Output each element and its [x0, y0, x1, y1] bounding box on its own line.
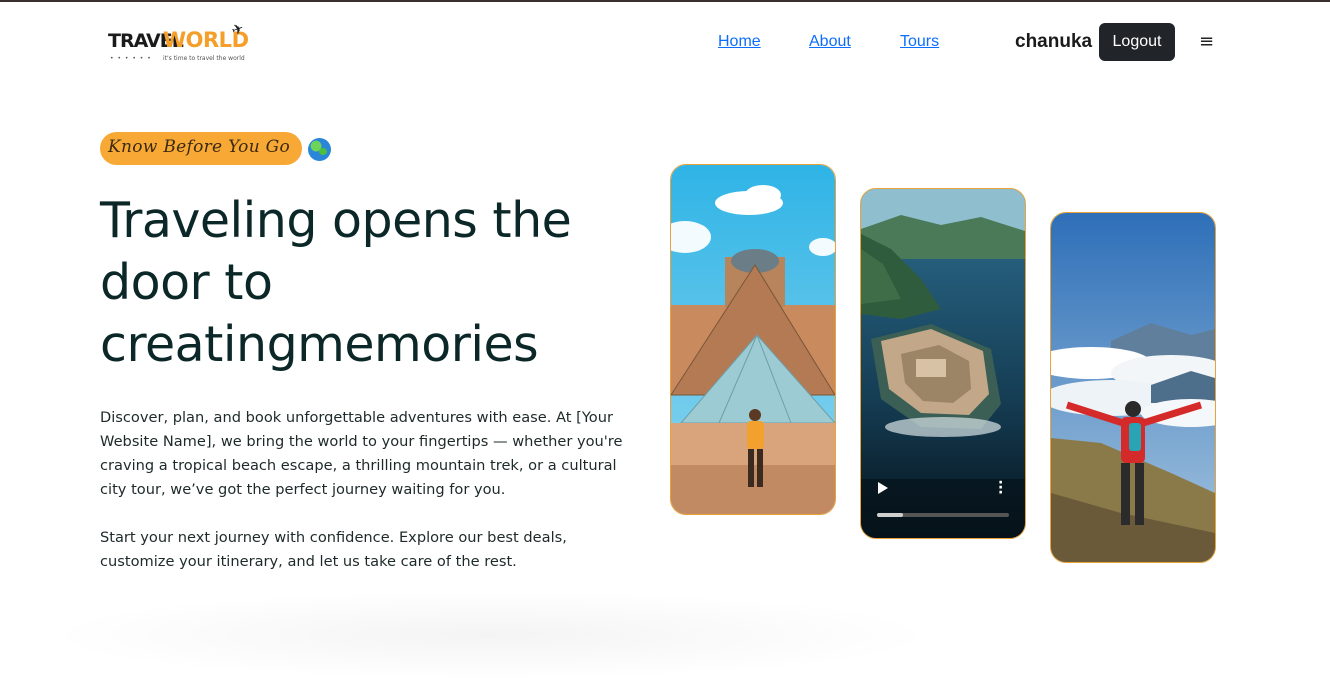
- hero-image-louvre: [670, 164, 836, 515]
- hero-title: Traveling opens the door to creatingmemo…: [100, 192, 572, 373]
- hero-description: Discover, plan, and book unforgettable a…: [100, 409, 623, 498]
- video-progress-fill: [877, 513, 904, 517]
- hamburger-menu-icon[interactable]: ≡: [1199, 31, 1214, 52]
- subtitle-badge-text: Know Before You Go: [108, 137, 291, 157]
- nav-about[interactable]: About: [809, 33, 851, 51]
- hero-image-hiker: [1050, 212, 1216, 563]
- logout-button[interactable]: Logout: [1099, 23, 1175, 61]
- section-shadow: [40, 590, 940, 680]
- video-progress-bar[interactable]: [877, 513, 1009, 517]
- username-label: chanuka: [1015, 31, 1093, 52]
- play-icon[interactable]: [878, 482, 888, 494]
- top-border: [0, 0, 1330, 2]
- logo-dots: • • • • • •: [110, 55, 152, 62]
- logo-tagline: it's time to travel the world: [163, 55, 245, 62]
- nav-home[interactable]: Home: [718, 33, 761, 51]
- subtitle-badge: Know Before You Go: [100, 132, 302, 165]
- nav-tours[interactable]: Tours: [900, 33, 939, 51]
- globe-icon: [308, 138, 331, 161]
- hero-video-card[interactable]: · · ·: [860, 188, 1026, 539]
- site-logo[interactable]: TRAVEL WORLD • • • • • • it's time to tr…: [106, 20, 249, 68]
- hero-description-secondary: Start your next journey with confidence.…: [100, 529, 567, 570]
- more-options-icon[interactable]: · · ·: [998, 476, 1003, 500]
